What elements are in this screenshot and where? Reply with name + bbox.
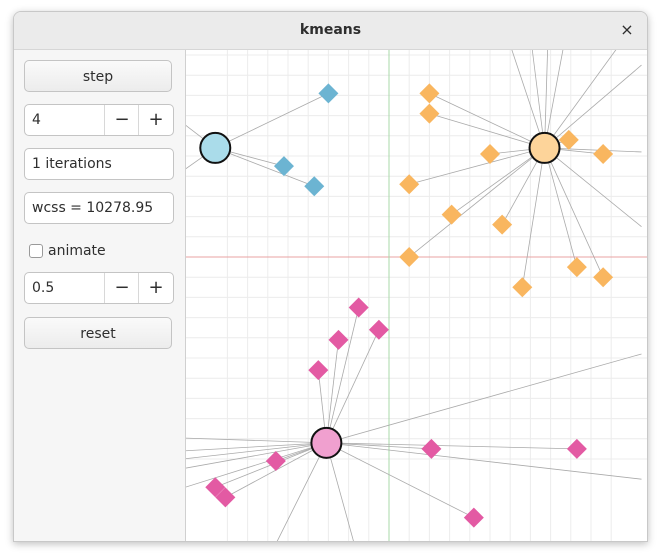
speed-increment-button[interactable]: +	[138, 273, 173, 303]
speed-decrement-button[interactable]: −	[104, 273, 139, 303]
iterations-field[interactable]: 1 iterations	[24, 148, 174, 180]
data-point-pink	[348, 297, 369, 318]
data-point-orange	[399, 247, 420, 267]
data-point-pink	[368, 319, 389, 340]
data-point-pink	[566, 438, 587, 459]
data-point-blue	[304, 176, 325, 197]
centroid-pink	[310, 426, 343, 459]
window-title: kmeans	[299, 22, 362, 38]
data-point-orange	[512, 277, 533, 298]
cluster-link-line	[429, 93, 545, 149]
wcss-field[interactable]: wcss = 10278.95	[24, 192, 174, 224]
data-point-blue	[318, 83, 339, 104]
data-point-pink	[463, 507, 484, 528]
cluster-link-line	[186, 442, 327, 460]
data-point-pink	[308, 360, 329, 381]
data-point-pink	[265, 451, 286, 472]
cluster-link-line	[544, 50, 617, 149]
centroid-orange	[528, 131, 561, 164]
kmeans-scatter-plot[interactable]	[186, 50, 647, 541]
animate-checkbox[interactable]	[29, 244, 43, 258]
data-point-orange	[566, 257, 587, 278]
close-icon[interactable]: ×	[615, 18, 639, 42]
data-point-orange	[593, 267, 614, 288]
cluster-link-line	[544, 147, 642, 228]
centroid-blue	[199, 131, 232, 164]
data-point-orange	[593, 143, 614, 164]
data-point-blue	[273, 156, 294, 177]
data-point-orange	[419, 103, 440, 124]
k-decrement-button[interactable]: −	[104, 105, 139, 135]
speed-value[interactable]: 0.5	[32, 273, 54, 303]
k-value[interactable]: 4	[32, 105, 41, 135]
data-point-orange	[419, 83, 440, 104]
cluster-link-line	[325, 307, 360, 443]
cluster-link-line	[544, 147, 578, 268]
data-point-pink	[328, 329, 349, 350]
cluster-link-line	[326, 442, 642, 480]
cluster-link-line	[186, 437, 327, 444]
cluster-link-line	[326, 329, 380, 444]
cluster-link-line	[429, 113, 545, 149]
k-spinbutton[interactable]: 4 − +	[24, 104, 174, 136]
data-point-orange	[399, 174, 420, 195]
title-bar: kmeans ×	[14, 12, 647, 50]
cluster-link-line	[544, 147, 604, 278]
app-window: kmeans × step 4 − + 1 iterations wcss = …	[13, 11, 648, 542]
data-point-orange	[492, 214, 513, 235]
data-point-orange	[441, 204, 462, 225]
kmeans-plot-area[interactable]	[186, 50, 647, 541]
reset-button[interactable]: reset	[24, 317, 172, 349]
cluster-link-line	[215, 93, 329, 149]
speed-spinbutton[interactable]: 0.5 − +	[24, 272, 174, 304]
cluster-link-line	[326, 442, 577, 450]
animate-label: animate	[48, 243, 106, 259]
k-increment-button[interactable]: +	[138, 105, 173, 135]
control-sidebar: step 4 − + 1 iterations wcss = 10278.95 …	[14, 50, 186, 541]
step-button[interactable]: step	[24, 60, 172, 92]
